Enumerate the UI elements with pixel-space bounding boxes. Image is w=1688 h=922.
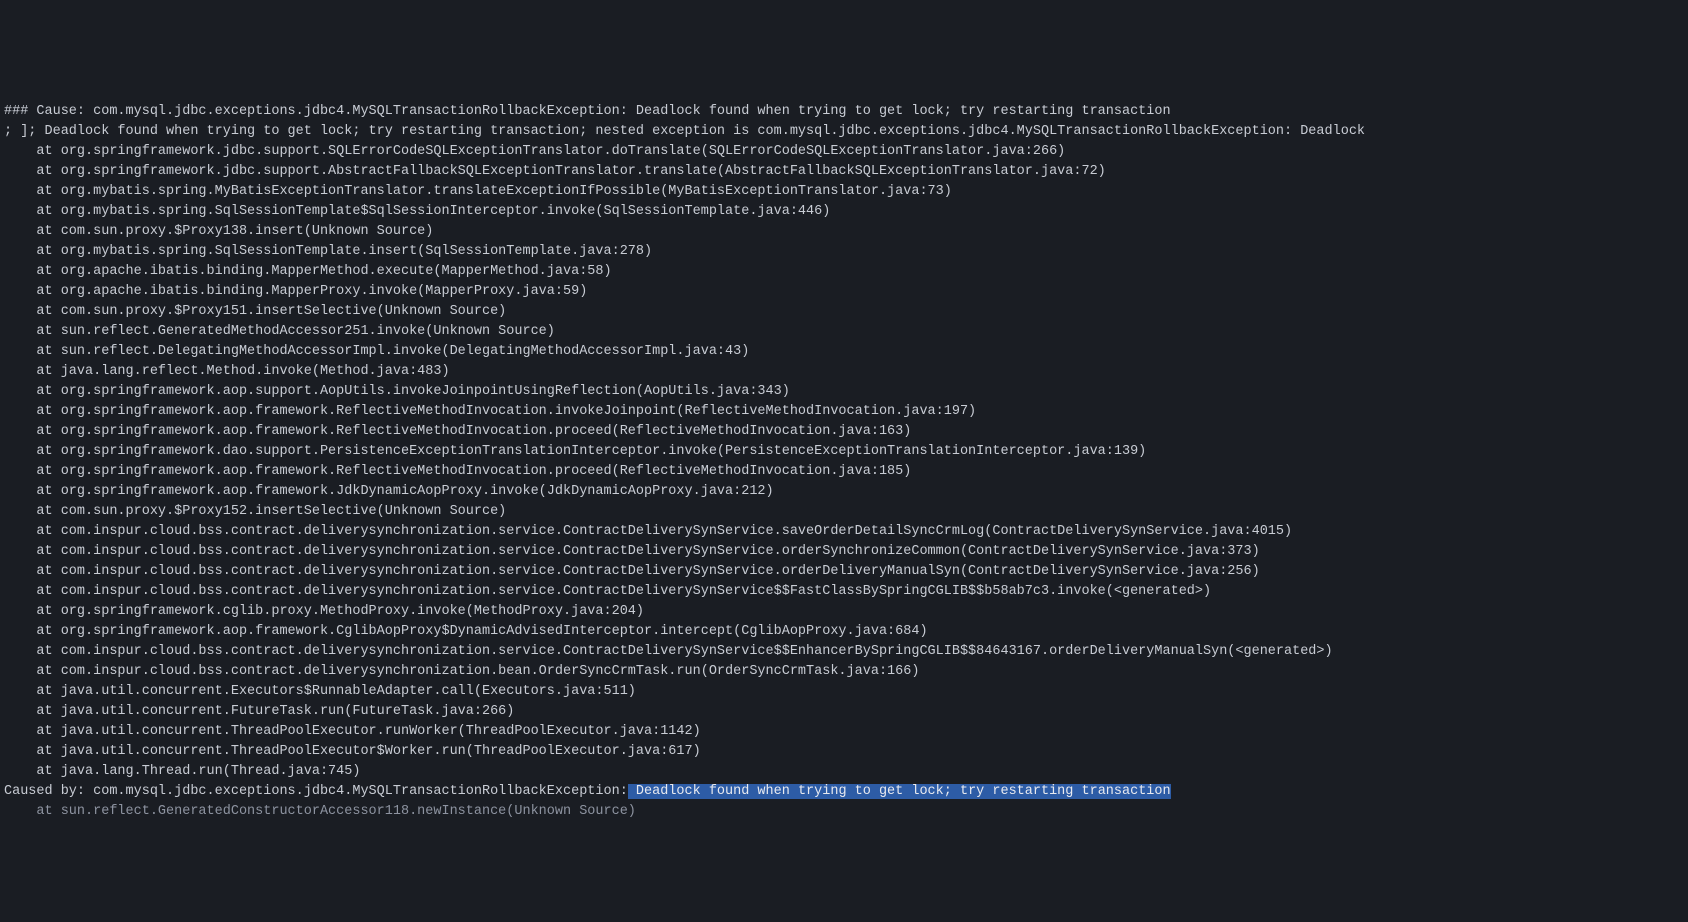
stacktrace-line: at org.springframework.jdbc.support.Abst…: [4, 162, 1684, 182]
stacktrace-line: at com.inspur.cloud.bss.contract.deliver…: [4, 562, 1684, 582]
stacktrace-line: at com.sun.proxy.$Proxy151.insertSelecti…: [4, 302, 1684, 322]
stacktrace-line: at org.springframework.aop.framework.Cgl…: [4, 622, 1684, 642]
stacktrace-line: at org.springframework.cglib.proxy.Metho…: [4, 602, 1684, 622]
stacktrace-line: at com.sun.proxy.$Proxy138.insert(Unknow…: [4, 222, 1684, 242]
stacktrace-line: at sun.reflect.DelegatingMethodAccessorI…: [4, 342, 1684, 362]
stacktrace-line: at org.springframework.aop.framework.Ref…: [4, 462, 1684, 482]
stacktrace-line: at com.inspur.cloud.bss.contract.deliver…: [4, 662, 1684, 682]
stacktrace-line: at java.util.concurrent.Executors$Runnab…: [4, 682, 1684, 702]
stacktrace-line: at org.springframework.jdbc.support.SQLE…: [4, 142, 1684, 162]
stacktrace-lines: ### Cause: com.mysql.jdbc.exceptions.jdb…: [4, 102, 1684, 782]
error-message-line: ; ]; Deadlock found when trying to get l…: [4, 122, 1684, 142]
stacktrace-line: at java.util.concurrent.ThreadPoolExecut…: [4, 722, 1684, 742]
stacktrace-line: at com.inspur.cloud.bss.contract.deliver…: [4, 642, 1684, 662]
caused-by-prefix: Caused by: com.mysql.jdbc.exceptions.jdb…: [4, 784, 628, 799]
stacktrace-line: at org.springframework.aop.support.AopUt…: [4, 382, 1684, 402]
stacktrace-line: at org.mybatis.spring.MyBatisExceptionTr…: [4, 182, 1684, 202]
caused-by-highlight: Deadlock found when trying to get lock; …: [628, 784, 1171, 799]
stacktrace-line: at org.apache.ibatis.binding.MapperMetho…: [4, 262, 1684, 282]
stacktrace-line: at org.mybatis.spring.SqlSessionTemplate…: [4, 242, 1684, 262]
error-message-line: ### Cause: com.mysql.jdbc.exceptions.jdb…: [4, 102, 1684, 122]
stacktrace-line: at org.springframework.dao.support.Persi…: [4, 442, 1684, 462]
stacktrace-line: at com.inspur.cloud.bss.contract.deliver…: [4, 582, 1684, 602]
stacktrace-line: at java.lang.reflect.Method.invoke(Metho…: [4, 362, 1684, 382]
stacktrace-line: at com.sun.proxy.$Proxy152.insertSelecti…: [4, 502, 1684, 522]
stacktrace-line: at org.springframework.aop.framework.Jdk…: [4, 482, 1684, 502]
stacktrace-line: at java.util.concurrent.FutureTask.run(F…: [4, 702, 1684, 722]
stacktrace-line: at java.util.concurrent.ThreadPoolExecut…: [4, 742, 1684, 762]
stacktrace-line: at org.springframework.aop.framework.Ref…: [4, 402, 1684, 422]
caused-by-line: Caused by: com.mysql.jdbc.exceptions.jdb…: [4, 782, 1684, 802]
stacktrace-line: at org.mybatis.spring.SqlSessionTemplate…: [4, 202, 1684, 222]
stacktrace-line: at com.inspur.cloud.bss.contract.deliver…: [4, 522, 1684, 542]
stacktrace-line: at sun.reflect.GeneratedConstructorAcces…: [4, 802, 1684, 822]
log-viewer[interactable]: ### Cause: com.mysql.jdbc.exceptions.jdb…: [0, 100, 1688, 822]
stacktrace-line: at sun.reflect.GeneratedMethodAccessor25…: [4, 322, 1684, 342]
stacktrace-line: at org.apache.ibatis.binding.MapperProxy…: [4, 282, 1684, 302]
stacktrace-line: at java.lang.Thread.run(Thread.java:745): [4, 762, 1684, 782]
stacktrace-line: at com.inspur.cloud.bss.contract.deliver…: [4, 542, 1684, 562]
stacktrace-line: at org.springframework.aop.framework.Ref…: [4, 422, 1684, 442]
